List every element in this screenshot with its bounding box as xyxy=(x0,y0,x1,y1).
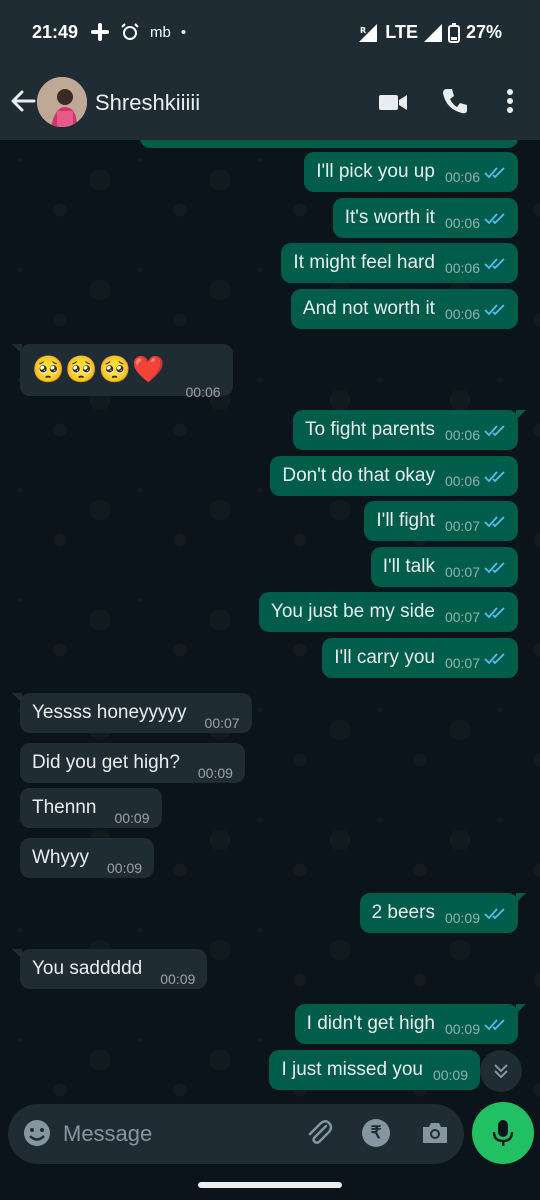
composer-bar: ₹ xyxy=(0,1100,540,1170)
outgoing-message[interactable]: I'll talk 00:07 xyxy=(370,547,518,587)
contact-avatar[interactable] xyxy=(37,77,87,127)
status-notification-icons: mb • xyxy=(90,22,186,42)
dot-indicator: • xyxy=(180,23,187,41)
network-type: LTE xyxy=(385,22,418,42)
outgoing-message[interactable]: It's worth it 00:06 xyxy=(332,198,518,238)
emoji-message: 🥺🥺🥺❤️ xyxy=(32,354,166,384)
double-chevron-down-icon xyxy=(494,1064,508,1079)
read-ticks-icon xyxy=(484,653,505,665)
carrier-label: mb xyxy=(150,23,171,41)
partial-message-top xyxy=(140,140,518,148)
incoming-message[interactable]: Whyyy 00:09 xyxy=(20,838,155,878)
scroll-to-bottom-button[interactable] xyxy=(480,1050,522,1092)
read-ticks-icon xyxy=(484,167,505,179)
outgoing-message[interactable]: And not worth it 00:06 xyxy=(290,289,518,329)
back-arrow-icon[interactable] xyxy=(8,86,38,116)
outgoing-message[interactable]: I'll carry you 00:07 xyxy=(322,638,518,678)
chat-header: Shreshkiiiii xyxy=(0,64,540,140)
read-ticks-icon xyxy=(484,1019,505,1031)
outgoing-message[interactable]: To fight parents 00:06 xyxy=(293,410,526,450)
more-options-icon[interactable] xyxy=(500,86,520,116)
status-time: 21:49 xyxy=(32,22,79,42)
outgoing-message[interactable]: 2 beers 00:09 xyxy=(359,893,527,933)
read-ticks-icon xyxy=(484,213,505,225)
outgoing-message[interactable]: I didn't get high 00:09 xyxy=(294,1004,527,1044)
read-ticks-icon xyxy=(484,425,505,437)
voice-message-button[interactable] xyxy=(472,1102,534,1164)
emoji-icon[interactable] xyxy=(22,1118,52,1148)
signal-icon xyxy=(423,23,442,42)
message-composer: ₹ xyxy=(8,1104,464,1164)
incoming-message[interactable]: Yessss honeyyyyy 00:07 xyxy=(12,693,252,733)
incoming-message[interactable]: Thennn 00:09 xyxy=(20,788,162,828)
message-list[interactable]: I'll pick you up 00:06 It's worth it 00:06… xyxy=(0,140,540,1100)
status-system-icons: R LTE 27% xyxy=(359,22,502,43)
read-ticks-icon xyxy=(484,607,505,619)
outgoing-message[interactable]: I'll fight 00:07 xyxy=(364,501,518,541)
battery-icon xyxy=(447,22,460,43)
incoming-message[interactable]: You saddddd 00:09 xyxy=(11,949,208,989)
voice-call-icon[interactable] xyxy=(440,86,470,116)
outgoing-message[interactable]: Don't do that okay 00:06 xyxy=(270,456,518,496)
camera-icon[interactable] xyxy=(420,1118,450,1148)
signal-roaming-icon: R xyxy=(359,23,378,42)
contact-name[interactable]: Shreshkiiiii xyxy=(95,90,200,116)
read-ticks-icon xyxy=(484,562,505,574)
slack-icon xyxy=(91,23,109,41)
payment-rupee-icon[interactable]: ₹ xyxy=(362,1119,390,1147)
battery-level: 27% xyxy=(465,22,502,42)
whatsapp-chat-screen: 21:49 mb • R LTE 27% Shreshkiiiii I'll p… xyxy=(0,0,540,1200)
incoming-message-emoji[interactable]: 🥺🥺🥺❤️00:06 xyxy=(12,344,233,400)
outgoing-message[interactable]: You just be my side 00:07 xyxy=(258,592,518,632)
video-call-icon[interactable] xyxy=(378,88,408,116)
outgoing-message[interactable]: I'll pick you up 00:06 xyxy=(304,152,518,192)
home-indicator[interactable] xyxy=(198,1182,342,1188)
read-ticks-icon xyxy=(484,516,505,528)
outgoing-message[interactable]: I just missed you 00:09 xyxy=(269,1050,480,1090)
outgoing-message[interactable]: It might feel hard 00:06 xyxy=(281,243,518,283)
incoming-message[interactable]: Did you get high? 00:09 xyxy=(20,743,245,783)
message-input[interactable] xyxy=(63,1114,283,1154)
read-ticks-icon xyxy=(484,304,505,316)
system-navigation-bar xyxy=(0,1170,540,1200)
attach-icon[interactable] xyxy=(304,1118,334,1148)
alarm-icon xyxy=(121,23,139,40)
read-ticks-icon xyxy=(484,908,505,920)
read-ticks-icon xyxy=(484,258,505,270)
svg-text:R: R xyxy=(360,26,366,35)
read-ticks-icon xyxy=(484,471,505,483)
status-bar: 21:49 mb • R LTE 27% xyxy=(0,0,540,64)
microphone-icon xyxy=(492,1120,514,1146)
avatar-image xyxy=(37,77,87,127)
